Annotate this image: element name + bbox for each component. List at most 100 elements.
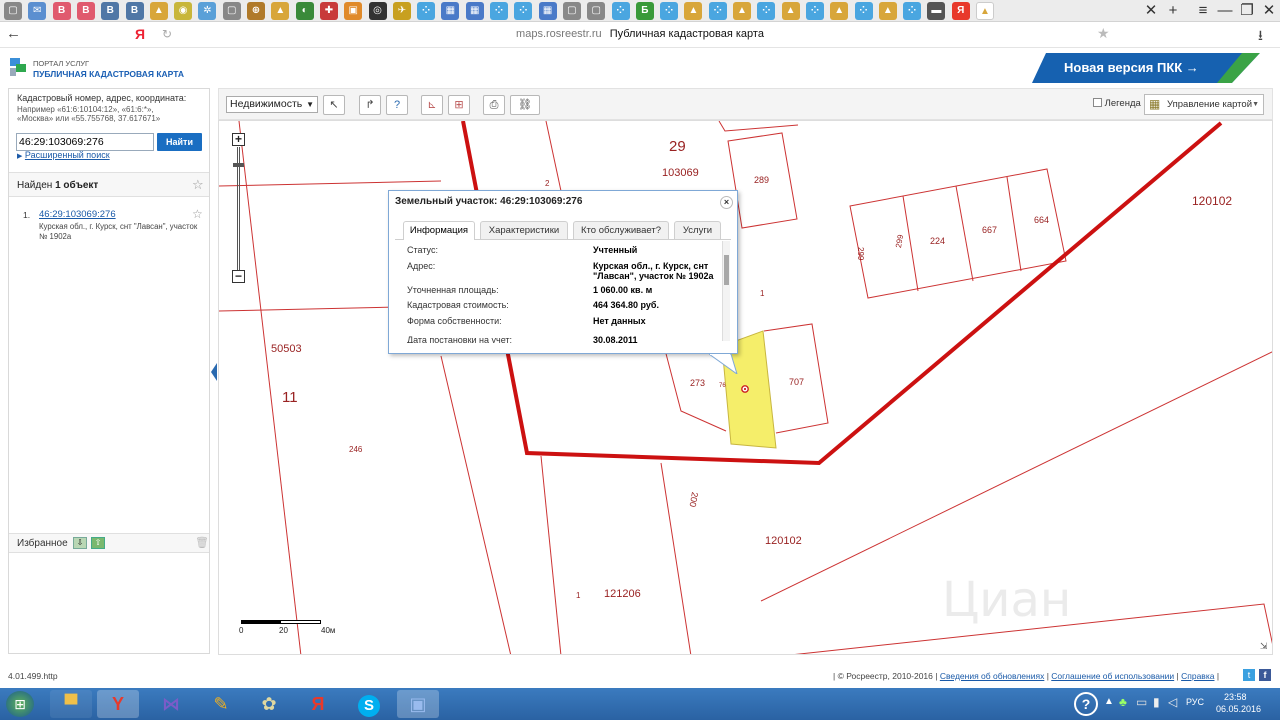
- explorer-icon[interactable]: ▀: [50, 690, 92, 718]
- dots-icon[interactable]: ⁘: [514, 2, 533, 20]
- facebook-icon[interactable]: f: [1259, 669, 1271, 681]
- photo-icon[interactable]: ▲: [684, 2, 703, 20]
- new-version-banner[interactable]: Новая версия ПКК →: [1032, 53, 1260, 83]
- photo-icon[interactable]: ▲: [781, 2, 800, 20]
- yandex-icon[interactable]: Я: [297, 690, 339, 718]
- dots-icon[interactable]: ⁘: [490, 2, 508, 20]
- green-icon[interactable]: ◐: [295, 2, 314, 20]
- updates-link[interactable]: Сведения об обновлениях: [940, 671, 1044, 681]
- printer-icon[interactable]: ▬: [927, 2, 946, 20]
- new-tab-icon[interactable]: +: [1162, 1, 1184, 21]
- url-field[interactable]: maps.rosreestr.ru Публичная кадастровая …: [0, 28, 1280, 40]
- identify-tool-button[interactable]: ↱: [359, 95, 381, 115]
- dots-icon[interactable]: ⁘: [708, 2, 727, 20]
- menu-icon[interactable]: ≡: [1192, 1, 1214, 21]
- dots-icon[interactable]: ⁘: [805, 2, 824, 20]
- tray-display-icon[interactable]: ▭: [1136, 695, 1147, 709]
- media-icon[interactable]: ✎: [200, 690, 242, 718]
- dots-icon[interactable]: ⁘: [660, 2, 679, 20]
- grid-icon[interactable]: ▦: [538, 2, 557, 20]
- zoom-out-button[interactable]: −: [232, 270, 245, 283]
- yandex-browser-icon[interactable]: Y: [97, 690, 139, 718]
- collapse-sidebar-icon[interactable]: [211, 363, 217, 381]
- tray-arrow-icon[interactable]: ▲: [1104, 696, 1114, 707]
- clock-date[interactable]: 06.05.2016: [1216, 704, 1261, 714]
- print-button[interactable]: ⎙: [483, 95, 505, 115]
- star-icon[interactable]: ✲: [198, 2, 217, 20]
- paint-icon[interactable]: ✿: [248, 690, 290, 718]
- orange-icon[interactable]: ▣: [344, 2, 363, 20]
- red-icon[interactable]: ✚: [319, 2, 338, 20]
- close-popup-icon[interactable]: ×: [720, 196, 733, 209]
- yellow-icon[interactable]: ✈: [392, 2, 411, 20]
- help-link[interactable]: Справка: [1181, 671, 1214, 681]
- result-star-icon[interactable]: ☆: [192, 207, 203, 221]
- twitter-icon[interactable]: t: [1243, 669, 1255, 681]
- volume-icon[interactable]: ◁: [1168, 695, 1177, 709]
- mail-icon[interactable]: ✉: [28, 2, 47, 20]
- dots-icon[interactable]: ⁘: [611, 2, 630, 20]
- photo-icon[interactable]: ▲: [830, 2, 849, 20]
- select-tool-button[interactable]: ↖: [323, 95, 345, 115]
- map-canvas[interactable]: Циан 29 103069 2 289 120102 299 299 224 667 664 1 5…: [218, 120, 1273, 655]
- info-tool-button[interactable]: ?: [386, 95, 408, 115]
- close-window-icon[interactable]: ✕: [1258, 1, 1280, 21]
- photo-icon[interactable]: ▲: [149, 2, 168, 20]
- dots-icon[interactable]: ⁘: [903, 2, 922, 20]
- area-tool-button[interactable]: ⊞: [448, 95, 470, 115]
- star-outline-icon[interactable]: ☆: [192, 177, 204, 193]
- dots-icon[interactable]: ⁘: [757, 2, 776, 20]
- doc-icon[interactable]: ▢: [222, 2, 241, 20]
- link-button[interactable]: ⛓: [510, 95, 540, 115]
- tab-information[interactable]: Информация: [403, 221, 475, 240]
- photo-icon[interactable]: ▲: [733, 2, 751, 20]
- zoom-slider-handle[interactable]: [233, 163, 244, 167]
- yandex-icon[interactable]: Я: [951, 2, 970, 20]
- tab-who-serves[interactable]: Кто обслуживает?: [573, 221, 669, 239]
- circle-icon[interactable]: ◎: [368, 2, 387, 20]
- remote-desktop-icon[interactable]: ▣: [397, 690, 439, 718]
- result-cadastral-link[interactable]: 46:29:103069:276: [39, 209, 116, 220]
- agreement-link[interactable]: Соглашение об использовании: [1051, 671, 1174, 681]
- parcel-map[interactable]: Циан: [219, 121, 1273, 655]
- tray-leaf-icon[interactable]: ♣: [1119, 695, 1127, 709]
- download-icon[interactable]: ⭳: [1258, 25, 1263, 49]
- photo-icon[interactable]: ▲: [878, 2, 897, 20]
- skype-icon[interactable]: S: [348, 690, 390, 718]
- help-icon[interactable]: ?: [1074, 692, 1098, 716]
- advanced-search-link[interactable]: ▶ Расширенный поиск: [17, 150, 110, 160]
- b-icon[interactable]: B: [52, 2, 71, 20]
- doc-icon[interactable]: ▢: [4, 2, 22, 20]
- close-tab-icon[interactable]: ✕: [1140, 1, 1162, 21]
- zoom-control[interactable]: + −: [231, 133, 247, 283]
- minimize-icon[interactable]: —: [1214, 1, 1236, 21]
- export-icon[interactable]: ⇧: [91, 537, 105, 549]
- clock-time[interactable]: 23:58: [1224, 692, 1247, 702]
- vk-icon[interactable]: В: [101, 2, 120, 20]
- photo-icon[interactable]: ▲: [976, 2, 994, 20]
- map-control-menu[interactable]: ▦ Управление картой ▼: [1144, 94, 1264, 115]
- legend-toggle[interactable]: Легенда: [1093, 98, 1141, 109]
- measure-tool-button[interactable]: ⊾: [421, 95, 443, 115]
- messenger-icon[interactable]: ⋈: [150, 690, 192, 718]
- photo-icon[interactable]: ▲: [271, 2, 290, 20]
- target-icon[interactable]: ⊕: [247, 2, 265, 20]
- restore-icon[interactable]: ❐: [1236, 1, 1258, 21]
- resize-handle-icon[interactable]: ⇲: [1260, 641, 1268, 652]
- network-icon[interactable]: ▮: [1153, 695, 1160, 709]
- language-indicator[interactable]: РУС: [1186, 697, 1204, 707]
- doc-icon[interactable]: ▢: [562, 2, 581, 20]
- portal-logo-icon[interactable]: [8, 54, 28, 78]
- zoom-in-button[interactable]: +: [232, 133, 245, 146]
- layer-select[interactable]: Недвижимость ▼: [226, 96, 318, 113]
- import-icon[interactable]: ⇩: [73, 537, 87, 549]
- popup-scrollbar[interactable]: [722, 241, 730, 341]
- doc-icon[interactable]: ▢: [587, 2, 606, 20]
- vk-icon[interactable]: В: [125, 2, 144, 20]
- tab-characteristics[interactable]: Характеристики: [480, 221, 568, 239]
- start-button[interactable]: ⊞: [6, 691, 34, 717]
- grid-icon[interactable]: ▦: [465, 2, 484, 20]
- search-input[interactable]: [16, 133, 154, 151]
- dots-icon[interactable]: ⁘: [417, 2, 436, 20]
- grid-icon[interactable]: ▦: [441, 2, 460, 20]
